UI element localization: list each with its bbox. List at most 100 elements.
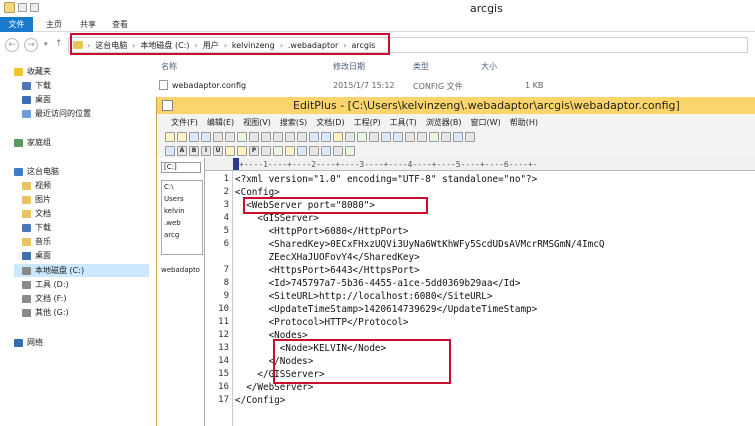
nav-homegroup[interactable]: 家庭组	[14, 137, 51, 148]
tree-item[interactable]: C:\	[162, 181, 202, 193]
line-number: 10	[218, 304, 229, 314]
redo-icon[interactable]	[297, 132, 307, 142]
find-icon[interactable]	[309, 132, 319, 142]
comment-icon[interactable]	[333, 146, 343, 156]
paragraph-icon[interactable]: P	[249, 146, 259, 156]
nav-pictures[interactable]: 图片	[22, 194, 51, 205]
menu-browser[interactable]: 浏览器(B)	[426, 117, 462, 128]
nav-this-pc[interactable]: 这台电脑	[14, 166, 59, 177]
nav-documents[interactable]: 文档	[22, 208, 51, 219]
menu-edit[interactable]: 编辑(E)	[207, 117, 234, 128]
column-header-type[interactable]: 类型	[413, 61, 429, 72]
italic-icon[interactable]: I	[201, 146, 211, 156]
column-header-modified[interactable]: 修改日期	[333, 61, 365, 72]
forward-arrow-icon[interactable]: →	[24, 38, 38, 52]
preferences-icon[interactable]	[453, 132, 463, 142]
nav-drive-c[interactable]: 本地磁盘 (C:)	[14, 264, 149, 277]
menu-file[interactable]: 文件(F)	[171, 117, 198, 128]
tab-home[interactable]: 主页	[42, 18, 66, 31]
window-title: arcgis	[470, 2, 503, 15]
cut-icon[interactable]	[249, 132, 259, 142]
nav-downloads-pc[interactable]: 下载	[22, 222, 51, 233]
tool-icon[interactable]	[441, 132, 451, 142]
browser-icon[interactable]	[357, 132, 367, 142]
tab-view[interactable]: 查看	[108, 18, 132, 31]
break-icon[interactable]	[237, 146, 247, 156]
column-header-name[interactable]: 名称	[161, 61, 177, 72]
undo-icon[interactable]	[285, 132, 295, 142]
back-arrow-icon[interactable]: ←	[5, 38, 19, 52]
menu-help[interactable]: 帮助(H)	[510, 117, 538, 128]
nav-drive-d[interactable]: 工具 (D:)	[22, 279, 69, 290]
tree-item[interactable]: arcg	[162, 229, 202, 241]
nav-desktop-pc[interactable]: 桌面	[22, 250, 51, 261]
check-icon[interactable]	[429, 132, 439, 142]
nav-drive-f[interactable]: 文档 (F:)	[22, 293, 66, 304]
menu-view[interactable]: 视图(V)	[243, 117, 271, 128]
star-icon	[14, 67, 23, 76]
font-icon[interactable]: A	[177, 146, 187, 156]
print-icon[interactable]	[213, 132, 223, 142]
link-icon[interactable]	[297, 146, 307, 156]
spell-check-icon[interactable]	[237, 132, 247, 142]
nav-favorites[interactable]: 收藏夹	[14, 66, 51, 77]
style-icon[interactable]	[345, 146, 355, 156]
bold-icon[interactable]: B	[189, 146, 199, 156]
nav-videos[interactable]: 视频	[22, 180, 51, 191]
recent-locations-icon[interactable]: ▾	[44, 40, 48, 48]
center-icon[interactable]	[261, 146, 271, 156]
underline-icon[interactable]: U	[213, 146, 223, 156]
nbsp-icon[interactable]	[225, 146, 235, 156]
menu-search[interactable]: 搜索(S)	[280, 117, 307, 128]
tree-item[interactable]: Users	[162, 193, 202, 205]
tree-item[interactable]: .web	[162, 217, 202, 229]
nav-downloads[interactable]: 下载	[22, 80, 51, 91]
menu-project[interactable]: 工程(P)	[354, 117, 381, 128]
print-preview-icon[interactable]	[225, 132, 235, 142]
html-toolbar-toggle-icon[interactable]	[165, 146, 175, 156]
nav-recent[interactable]: 最近访问的位置	[22, 108, 91, 119]
new-folder-icon[interactable]	[30, 3, 39, 12]
code-editor[interactable]: 1 <?xml version="1.0" encoding="UTF-8" st…	[205, 171, 755, 426]
copy-icon[interactable]	[261, 132, 271, 142]
new-file-icon[interactable]	[165, 132, 175, 142]
editplus-window: EditPlus - [C:\Users\kelvinzeng\.webadap…	[156, 97, 755, 426]
image-icon[interactable]	[285, 146, 295, 156]
code-line: </Config>	[235, 395, 286, 406]
directory-window-icon[interactable]	[381, 132, 391, 142]
menu-document[interactable]: 文档(D)	[316, 117, 344, 128]
tree-item[interactable]: kelvin	[162, 205, 202, 217]
save-all-icon[interactable]	[201, 132, 211, 142]
help-icon[interactable]	[465, 132, 475, 142]
tab-file[interactable]: 文件	[0, 17, 33, 32]
goto-icon[interactable]	[333, 132, 343, 142]
nav-label: 下载	[35, 223, 51, 232]
up-arrow-icon[interactable]: ↑	[55, 39, 63, 49]
nav-drive-g[interactable]: 其他 (G:)	[22, 307, 69, 318]
replace-icon[interactable]	[321, 132, 331, 142]
line-number-icon[interactable]	[405, 132, 415, 142]
properties-icon[interactable]	[18, 3, 27, 12]
word-wrap-icon[interactable]	[345, 132, 355, 142]
column-header-size[interactable]: 大小	[481, 61, 497, 72]
tab-share[interactable]: 共享	[76, 18, 100, 31]
color-icon[interactable]	[273, 146, 283, 156]
address-highlight-box	[70, 33, 390, 55]
save-icon[interactable]	[189, 132, 199, 142]
code-line: ZEecXHaJUOFovY4</SharedKey>	[235, 252, 420, 263]
cliptext-icon[interactable]	[393, 132, 403, 142]
open-file-icon[interactable]	[177, 132, 187, 142]
menu-window[interactable]: 窗口(W)	[471, 117, 501, 128]
file-row[interactable]: webadaptor.config 2015/1/7 15:12 CONFIG …	[155, 79, 755, 93]
menu-tools[interactable]: 工具(T)	[390, 117, 417, 128]
paste-icon[interactable]	[273, 132, 283, 142]
nav-network[interactable]: 网络	[14, 337, 43, 348]
form-icon[interactable]	[321, 146, 331, 156]
nav-desktop[interactable]: 桌面	[22, 94, 51, 105]
nav-music[interactable]: 音乐	[22, 236, 51, 247]
file-list-item[interactable]: webadapto	[161, 266, 203, 274]
table-icon[interactable]	[309, 146, 319, 156]
drive-select[interactable]: [C:]	[161, 162, 201, 173]
column-select-icon[interactable]	[369, 132, 379, 142]
ruler-icon[interactable]	[417, 132, 427, 142]
